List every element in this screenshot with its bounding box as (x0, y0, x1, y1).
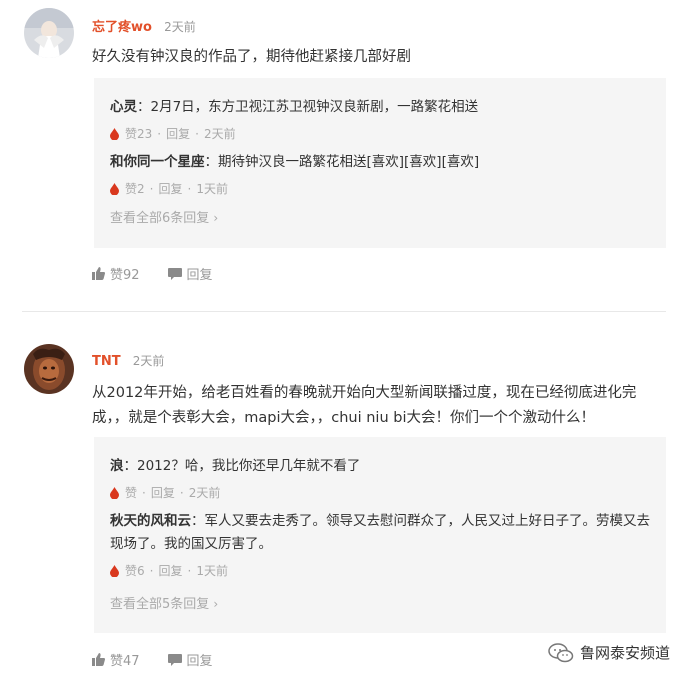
reply-time: 2天前 (188, 486, 221, 500)
divider (22, 311, 666, 312)
like-count[interactable]: 赞47 (110, 650, 140, 669)
red-drop-icon[interactable] (110, 564, 119, 577)
reply-info: 赞6 · 回复 · 1天前 (110, 562, 228, 579)
reply-text: 浪：2012？哈，我比你还早几年就不看了 (110, 455, 655, 478)
reply-button[interactable]: 回复 (158, 180, 182, 197)
reply-text: 秋天的风和云：军人又要去走秀了。领导又去慰问群众了，人民又过上好日子了。劳模又去… (110, 510, 655, 556)
reply-box: 心灵：2月7日，东方卫视江苏卫视钟汉良新剧，一路繁花相送 赞23 · 回复 · … (94, 78, 666, 248)
reply-content: ：军人又要去走秀了。领导又去慰问群众了，人民又过上好日子了。劳模又去现场了。我的… (110, 513, 650, 552)
reply-button[interactable]: 回复 (187, 650, 213, 669)
reply-time: 1天前 (196, 182, 228, 196)
red-drop-icon[interactable] (110, 486, 119, 499)
username[interactable]: 忘了疼wo (92, 20, 152, 35)
reply-username[interactable]: 秋天的风和云 (110, 513, 191, 529)
reply-like-count[interactable]: 赞 (125, 484, 137, 501)
red-drop-icon[interactable] (110, 127, 119, 140)
comment-time: 2天前 (132, 354, 165, 368)
comment-meta: 忘了疼wo 2天前 (92, 16, 196, 35)
watermark-text: 鲁网泰安频道 (579, 644, 670, 662)
chevron-right-icon: › (213, 597, 219, 611)
chevron-right-icon: › (213, 211, 219, 225)
like-count[interactable]: 赞92 (110, 264, 140, 283)
reply-info: 赞 · 回复 · 2天前 (110, 484, 220, 501)
reply-like-count[interactable]: 赞23 (125, 125, 152, 142)
reply-time: 1天前 (196, 564, 228, 578)
comment-text: 好久没有钟汉良的作品了，期待他赶紧接几部好剧 (92, 49, 411, 65)
avatar[interactable] (24, 344, 74, 394)
reply-content: ：2012？哈，我比你还早几年就不看了 (123, 458, 361, 474)
reply-time: 2天前 (203, 127, 236, 141)
reply-text: 心灵：2月7日，东方卫视江苏卫视钟汉良新剧，一路繁花相送 (110, 96, 655, 119)
speech-bubble-icon[interactable] (167, 653, 182, 666)
comment-meta: TNT 2天前 (92, 352, 164, 369)
reply-like-count[interactable]: 赞6 (125, 562, 145, 579)
reply-content: ：期待钟汉良一路繁花相送[喜欢][喜欢][喜欢] (204, 154, 480, 170)
comment-actions: 赞92 回复 (92, 264, 213, 283)
reply-like-count[interactable]: 赞2 (125, 180, 145, 197)
view-all-replies-link[interactable]: 查看全部6条回复 › (110, 207, 218, 226)
reply-username[interactable]: 心灵 (110, 99, 137, 115)
comment-actions: 赞47 回复 (92, 650, 213, 669)
speech-bubble-icon[interactable] (167, 267, 182, 280)
reply-box: 浪：2012？哈，我比你还早几年就不看了 赞 · 回复 · 2天前 秋天的风和云… (94, 437, 666, 633)
reply-info: 赞23 · 回复 · 2天前 (110, 125, 236, 142)
thumbs-up-icon[interactable] (92, 267, 105, 280)
reply-button[interactable]: 回复 (166, 125, 190, 142)
reply-button[interactable]: 回复 (187, 264, 213, 283)
thumbs-up-icon[interactable] (92, 653, 105, 666)
reply-username[interactable]: 和你同一个星座 (110, 154, 205, 170)
reply-info: 赞2 · 回复 · 1天前 (110, 180, 228, 197)
comment-text: 从2012年开始，给老百姓看的春晚就开始向大型新闻联播过度，现在已经彻底进化完成… (92, 385, 637, 426)
reply-content: ：2月7日，东方卫视江苏卫视钟汉良新剧，一路繁花相送 (137, 99, 479, 115)
reply-username[interactable]: 浪 (110, 458, 124, 474)
username[interactable]: TNT (92, 354, 121, 369)
red-drop-icon[interactable] (110, 182, 119, 195)
reply-button[interactable]: 回复 (151, 484, 175, 501)
avatar[interactable] (24, 8, 74, 58)
view-all-replies-link[interactable]: 查看全部5条回复 › (110, 593, 218, 612)
reply-text: 和你同一个星座：期待钟汉良一路繁花相送[喜欢][喜欢][喜欢] (110, 151, 655, 174)
reply-button[interactable]: 回复 (158, 562, 182, 579)
watermark: 鲁网泰安频道 (548, 642, 670, 663)
wechat-icon (548, 642, 574, 662)
comment-time: 2天前 (164, 20, 196, 34)
